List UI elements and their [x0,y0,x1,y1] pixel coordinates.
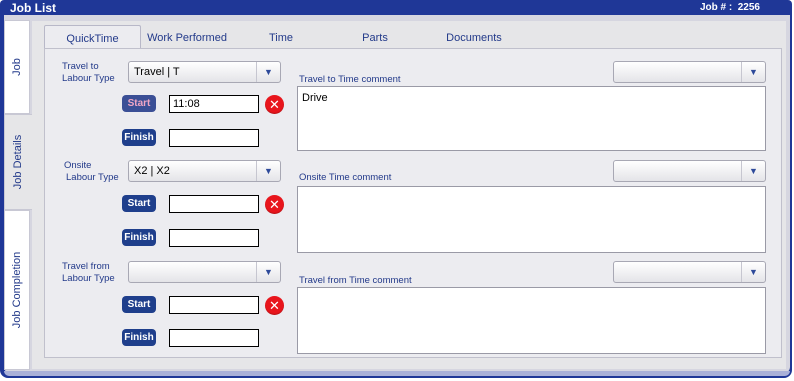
tab-time[interactable]: Time [254,25,308,49]
label-line: Travel to [62,61,99,72]
side-tab-job-details[interactable]: Job Details [4,114,32,210]
close-icon[interactable]: ✕ [265,95,284,114]
chevron-down-icon: ▼ [741,62,765,82]
onsite-comment-textarea[interactable] [297,186,766,253]
travel-to-finish-button[interactable]: Finish [122,129,156,146]
travel-to-comment-select[interactable]: ▼ [613,61,766,83]
label-line: Labour Type [62,73,115,84]
travel-from-comment-label: Travel from Time comment [299,275,412,286]
onsite-comment-label: Onsite Time comment [299,172,392,183]
label-line: Labour Type [66,172,119,183]
tab-documents[interactable]: Documents [436,25,512,49]
window-title: Job List [10,1,57,15]
travel-from-labour-type-label: Travel from Labour Type [62,261,115,285]
chevron-down-icon: ▼ [256,161,280,181]
close-icon[interactable]: ✕ [265,296,284,315]
onsite-labour-type-select[interactable]: X2 | X2 ▼ [128,160,281,182]
tab-parts[interactable]: Parts [350,25,400,49]
select-value: X2 | X2 [134,165,170,177]
onsite-finish-input[interactable] [169,229,259,247]
bottom-strip [4,371,790,376]
onsite-labour-type-label: Onsite Labour Type [64,160,119,184]
side-tab-label: Job Details [12,134,25,190]
onsite-start-input[interactable] [169,195,259,213]
label-line: Labour Type [62,273,115,284]
chevron-down-icon: ▼ [741,262,765,282]
travel-to-finish-input[interactable] [169,129,259,147]
side-tab-label: Job Completion [11,251,23,329]
job-number: Job # : 2256 [700,2,760,13]
tab-work-performed[interactable]: Work Performed [144,25,230,49]
select-value: Travel | T [134,66,180,78]
chevron-down-icon: ▼ [741,161,765,181]
tab-quicktime[interactable]: QuickTime [44,25,141,49]
travel-to-start-button[interactable]: Start [122,95,156,112]
label-line: Onsite [64,160,92,171]
side-tab-label: Job [11,58,23,76]
travel-from-start-input[interactable] [169,296,259,314]
onsite-start-button[interactable]: Start [122,195,156,212]
close-icon[interactable]: ✕ [265,195,284,214]
job-number-value: 2256 [737,2,760,13]
travel-from-finish-button[interactable]: Finish [122,329,156,346]
travel-to-labour-type-label: Travel to Labour Type [62,61,115,85]
travel-to-comment-textarea[interactable]: Drive [297,86,766,151]
onsite-finish-button[interactable]: Finish [122,229,156,246]
label-line: Travel from [62,261,110,272]
chevron-down-icon: ▼ [256,262,280,282]
travel-from-start-button[interactable]: Start [122,296,156,313]
travel-from-labour-type-select[interactable]: ▼ [128,261,281,283]
travel-from-comment-textarea[interactable] [297,287,766,354]
job-number-label: Job # : [699,2,733,13]
title-bar: Job List Job # : 2256 [0,0,792,15]
travel-to-start-input[interactable]: 11:08 [169,95,259,113]
side-tab-job[interactable]: Job [4,20,30,114]
travel-from-comment-select[interactable]: ▼ [613,261,766,283]
tab-bar: QuickTime Work Performed Time Parts Docu… [44,25,790,49]
travel-to-labour-type-select[interactable]: Travel | T ▼ [128,61,281,83]
side-tab-job-completion[interactable]: Job Completion [4,210,30,370]
chevron-down-icon: ▼ [256,62,280,82]
onsite-comment-select[interactable]: ▼ [613,160,766,182]
travel-from-finish-input[interactable] [169,329,259,347]
travel-to-comment-label: Travel to Time comment [299,74,401,85]
